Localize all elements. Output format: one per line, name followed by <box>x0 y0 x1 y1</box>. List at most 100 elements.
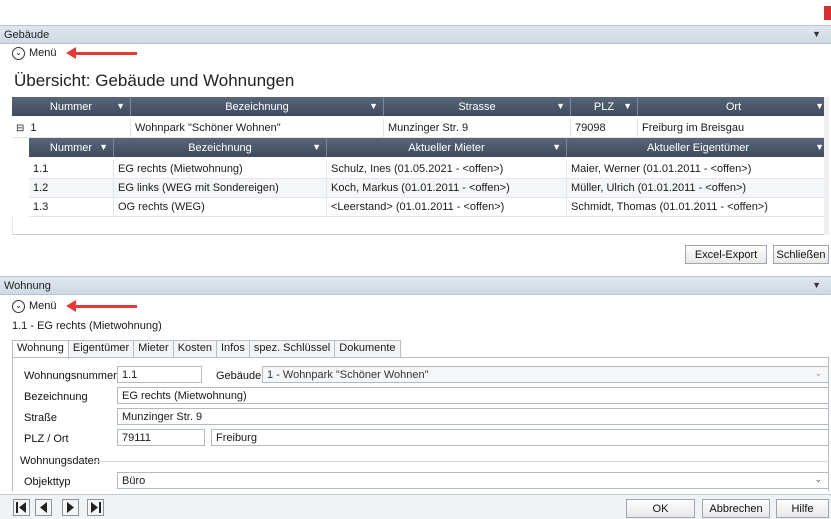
cell-mieter: Koch, Markus (01.01.2011 - <offen>) <box>327 179 567 197</box>
tab-eigentuemer[interactable]: Eigentümer <box>67 340 135 358</box>
corner-marker <box>824 6 831 20</box>
filter-icon[interactable]: ▼ <box>815 142 824 152</box>
top-menu-label: Menü <box>29 47 57 59</box>
column-header-ort[interactable]: Ort ▼ <box>638 97 829 116</box>
cell-eigentuemer: Maier, Werner (01.01.2011 - <offen>) <box>571 163 752 175</box>
section-divider <box>94 461 829 462</box>
gebaeude-label: Gebäude <box>216 370 262 382</box>
tab-kosten[interactable]: Kosten <box>172 340 217 358</box>
tab-spez-schluessel[interactable]: spez. Schlüssel <box>248 340 336 358</box>
objekttyp-select[interactable]: Büro ⌄ <box>117 472 829 489</box>
table-row[interactable]: 1.2 EG links (WEG mit Sondereigen) Koch,… <box>29 179 829 198</box>
last-icon <box>91 502 101 513</box>
first-record-button[interactable] <box>13 499 30 516</box>
filter-icon[interactable]: ▼ <box>312 142 321 152</box>
column-header-nummer[interactable]: Nummer ▼ <box>12 97 131 116</box>
buildings-panel-header[interactable]: Gebäude ▼ <box>0 25 831 44</box>
filter-icon[interactable]: ▼ <box>623 101 632 111</box>
next-icon <box>67 502 74 513</box>
wohnungsnummer-field[interactable]: 1.1 <box>117 366 202 383</box>
collapse-row-icon[interactable]: ⊟ <box>16 123 24 134</box>
chevron-down-icon: ⌄ <box>814 368 822 378</box>
tab-mieter[interactable]: Mieter <box>133 340 174 358</box>
first-icon <box>16 502 26 513</box>
wohnungsnummer-label: Wohnungsnummer <box>24 370 117 382</box>
table-row[interactable]: ⊟ 1 Wohnpark "Schöner Wohnen" Munzinger … <box>12 119 829 138</box>
cell-plz: 79098 <box>571 119 638 137</box>
red-arrow-annotation <box>66 300 137 312</box>
chevron-down-icon: ⌄ <box>12 299 25 313</box>
red-arrow-annotation <box>66 47 137 59</box>
previous-icon <box>40 502 47 513</box>
gebaeude-select[interactable]: 1 - Wohnpark "Schöner Wohnen" ⌄ <box>262 366 829 383</box>
table-row[interactable]: 1.3 OG rechts (WEG) <Leerstand> (01.01.2… <box>29 198 829 217</box>
column-header-nummer[interactable]: Nummer ▼ <box>29 138 114 157</box>
panel-collapse-icon[interactable]: ▼ <box>812 29 821 39</box>
previous-record-button[interactable] <box>35 499 52 516</box>
chevron-down-icon: ⌄ <box>12 46 25 60</box>
building-grid-header: Nummer ▼ Bezeichnung ▼ Strasse ▼ PLZ ▼ Ort ▼ <box>12 97 829 116</box>
page-title: Übersicht: Gebäude und Wohnungen <box>14 71 295 90</box>
cell-nummer: 1.1 <box>29 160 114 178</box>
tab-dokumente[interactable]: Dokumente <box>334 340 401 358</box>
cell-strasse: Munzinger Str. 9 <box>384 119 571 137</box>
ort-field[interactable]: Freiburg <box>211 429 829 446</box>
section-wohnungsdaten: Wohnungsdaten <box>20 455 100 467</box>
plz-ort-label: PLZ / Ort <box>24 433 69 445</box>
cell-bezeichnung: EG links (WEG mit Sondereigen) <box>114 179 327 197</box>
filter-icon[interactable]: ▼ <box>556 101 565 111</box>
bottom-menu-label: Menü <box>29 300 57 312</box>
grid-scrollbar[interactable] <box>824 97 829 235</box>
chevron-down-icon: ⌄ <box>814 474 822 484</box>
last-record-button[interactable] <box>87 499 104 516</box>
cell-mieter: <Leerstand> (01.01.2011 - <offen>) <box>327 198 567 216</box>
column-header-plz[interactable]: PLZ ▼ <box>571 97 638 116</box>
column-header-bezeichnung[interactable]: Bezeichnung ▼ <box>114 138 327 157</box>
cell-nummer: 1.2 <box>29 179 114 197</box>
panel-collapse-icon[interactable]: ▼ <box>812 280 821 290</box>
cell-bezeichnung: EG rechts (Mietwohnung) <box>114 160 327 178</box>
filter-icon[interactable]: ▼ <box>116 101 125 111</box>
excel-export-button[interactable]: Excel-Export <box>685 245 767 264</box>
column-header-bezeichnung[interactable]: Bezeichnung ▼ <box>131 97 384 116</box>
unit-panel-header[interactable]: Wohnung ▼ <box>0 276 831 295</box>
cell-nummer: 1.3 <box>29 198 114 216</box>
buildings-panel-title: Gebäude <box>4 29 50 41</box>
cell-mieter: Schulz, Ines (01.05.2021 - <offen>) <box>327 160 567 178</box>
strasse-field[interactable]: Munzinger Str. 9 <box>117 408 829 425</box>
record-caption: 1.1 - EG rechts (Mietwohnung) <box>12 320 162 332</box>
gebaeude-value: 1 - Wohnpark "Schöner Wohnen" <box>267 368 429 381</box>
tab-infos[interactable]: Infos <box>215 340 250 358</box>
cell-eigentuemer: Müller, Ulrich (01.01.2011 - <offen>) <box>571 182 747 194</box>
bottom-menu-toggle[interactable]: ⌄ Menü <box>12 297 57 315</box>
cell-eigentuemer: Schmidt, Thomas (01.01.2011 - <offen>) <box>571 201 768 213</box>
grid-filler <box>12 217 829 235</box>
unit-panel-title: Wohnung <box>4 280 51 292</box>
column-header-strasse[interactable]: Strasse ▼ <box>384 97 571 116</box>
next-record-button[interactable] <box>62 499 79 516</box>
filter-icon[interactable]: ▼ <box>369 101 378 111</box>
objekttyp-value: Büro <box>122 474 146 487</box>
help-button[interactable]: Hilfe <box>776 499 829 518</box>
cell-ort: Freiburg im Breisgau <box>642 122 745 134</box>
cell-bezeichnung: OG rechts (WEG) <box>114 198 327 216</box>
bezeichnung-label: Bezeichnung <box>24 391 88 403</box>
objekttyp-label: Objekttyp <box>24 476 71 488</box>
strasse-label: Straße <box>24 412 58 424</box>
filter-icon[interactable]: ▼ <box>815 101 824 111</box>
bezeichnung-field[interactable]: EG rechts (Mietwohnung) <box>117 387 829 404</box>
cancel-button[interactable]: Abbrechen <box>702 499 770 518</box>
table-row[interactable]: 1.1 EG rechts (Mietwohnung) Schulz, Ines… <box>29 160 829 179</box>
detail-tabs: Wohnung Eigentümer Mieter Kosten Infos s… <box>12 340 401 359</box>
filter-icon[interactable]: ▼ <box>552 142 561 152</box>
column-header-eigentuemer[interactable]: Aktueller Eigentümer ▼ <box>567 138 829 157</box>
unit-grid-header: Nummer ▼ Bezeichnung ▼ Aktueller Mieter ▼ A… <box>29 138 829 157</box>
cell-bezeichnung: Wohnpark "Schöner Wohnen" <box>131 119 384 137</box>
column-header-mieter[interactable]: Aktueller Mieter ▼ <box>327 138 567 157</box>
cell-nummer: 1 <box>30 122 37 134</box>
close-button[interactable]: Schließen <box>773 245 829 264</box>
plz-field[interactable]: 79111 <box>117 429 205 446</box>
ok-button[interactable]: OK <box>626 499 695 518</box>
top-menu-toggle[interactable]: ⌄ Menü <box>12 44 57 62</box>
filter-icon[interactable]: ▼ <box>99 142 108 152</box>
